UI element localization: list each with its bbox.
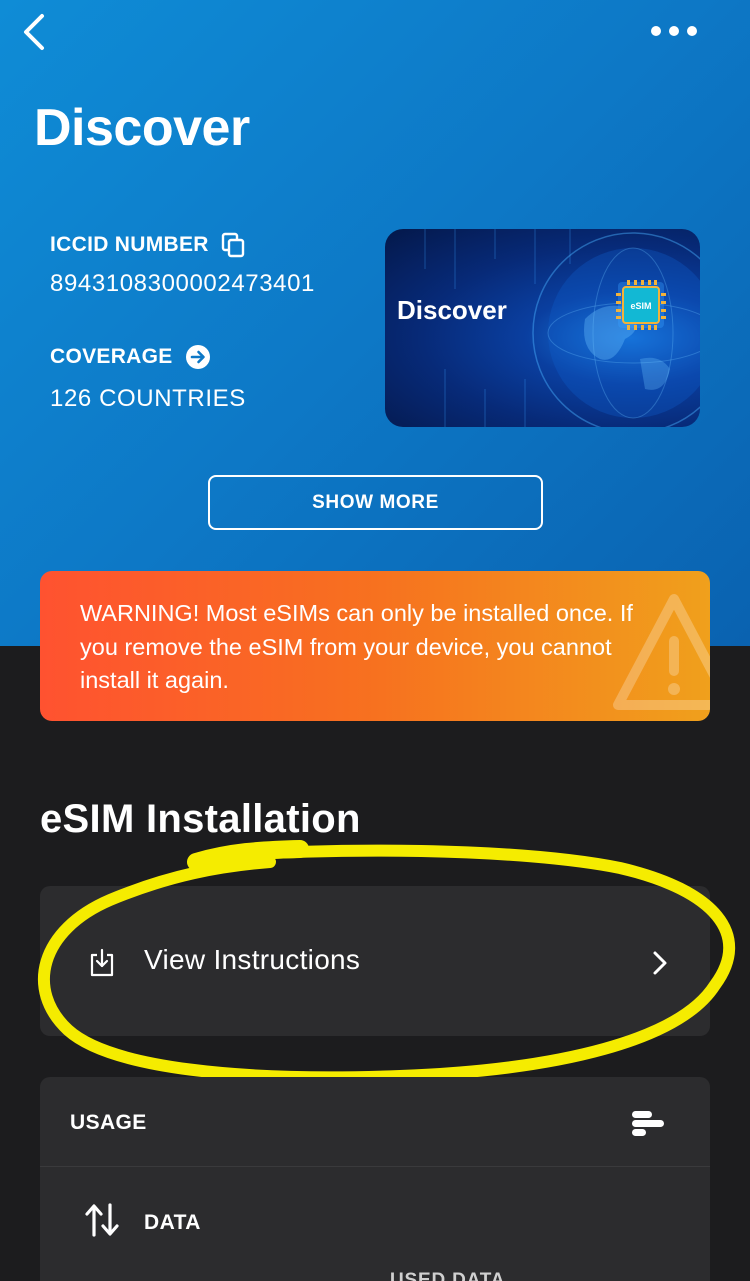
coverage-label: COVERAGE <box>50 345 173 368</box>
bar-chart-icon[interactable] <box>630 1109 666 1139</box>
iccid-label-row: ICCID NUMBER <box>50 232 245 258</box>
usage-title: USAGE <box>70 1111 147 1134</box>
data-label: DATA <box>144 1211 201 1234</box>
download-icon <box>90 948 114 977</box>
show-more-button[interactable]: SHOW MORE <box>208 475 543 530</box>
arrows-up-down-icon <box>85 1203 119 1237</box>
more-options-button[interactable] <box>644 18 704 44</box>
page-title: Discover <box>34 99 250 157</box>
used-data-label: USED DATA <box>390 1270 506 1281</box>
chevron-right-icon <box>653 951 667 975</box>
coverage-label-row[interactable]: COVERAGE <box>50 344 211 370</box>
hero-header: Discover ICCID NUMBER 894310830000247340… <box>0 0 750 646</box>
chip-label: eSIM <box>630 301 651 311</box>
view-instructions-label: View Instructions <box>144 944 361 975</box>
globe-illustration: eSIM <box>424 229 700 427</box>
usage-card: USAGE DATA USED DATA <box>40 1077 710 1281</box>
iccid-label: ICCID NUMBER <box>50 233 209 256</box>
coverage-value: 126 COUNTRIES <box>50 385 246 412</box>
view-instructions-row[interactable]: View Instructions <box>40 886 710 1036</box>
warning-text: WARNING! Most eSIMs can only be installe… <box>80 600 633 693</box>
chevron-left-icon <box>24 14 44 50</box>
copy-icon[interactable] <box>221 232 245 258</box>
warning-banner: WARNING! Most eSIMs can only be installe… <box>40 571 710 721</box>
card-title: Discover <box>397 295 507 325</box>
usage-divider <box>40 1166 710 1167</box>
more-horizontal-icon <box>651 26 661 36</box>
installation-section-title: eSIM Installation <box>40 797 361 841</box>
arrow-right-circle-icon[interactable] <box>185 344 211 370</box>
back-button[interactable] <box>14 10 54 54</box>
esim-card-image: eSIM Discover <box>385 229 700 427</box>
iccid-value: 8943108300002473401 <box>50 270 316 297</box>
